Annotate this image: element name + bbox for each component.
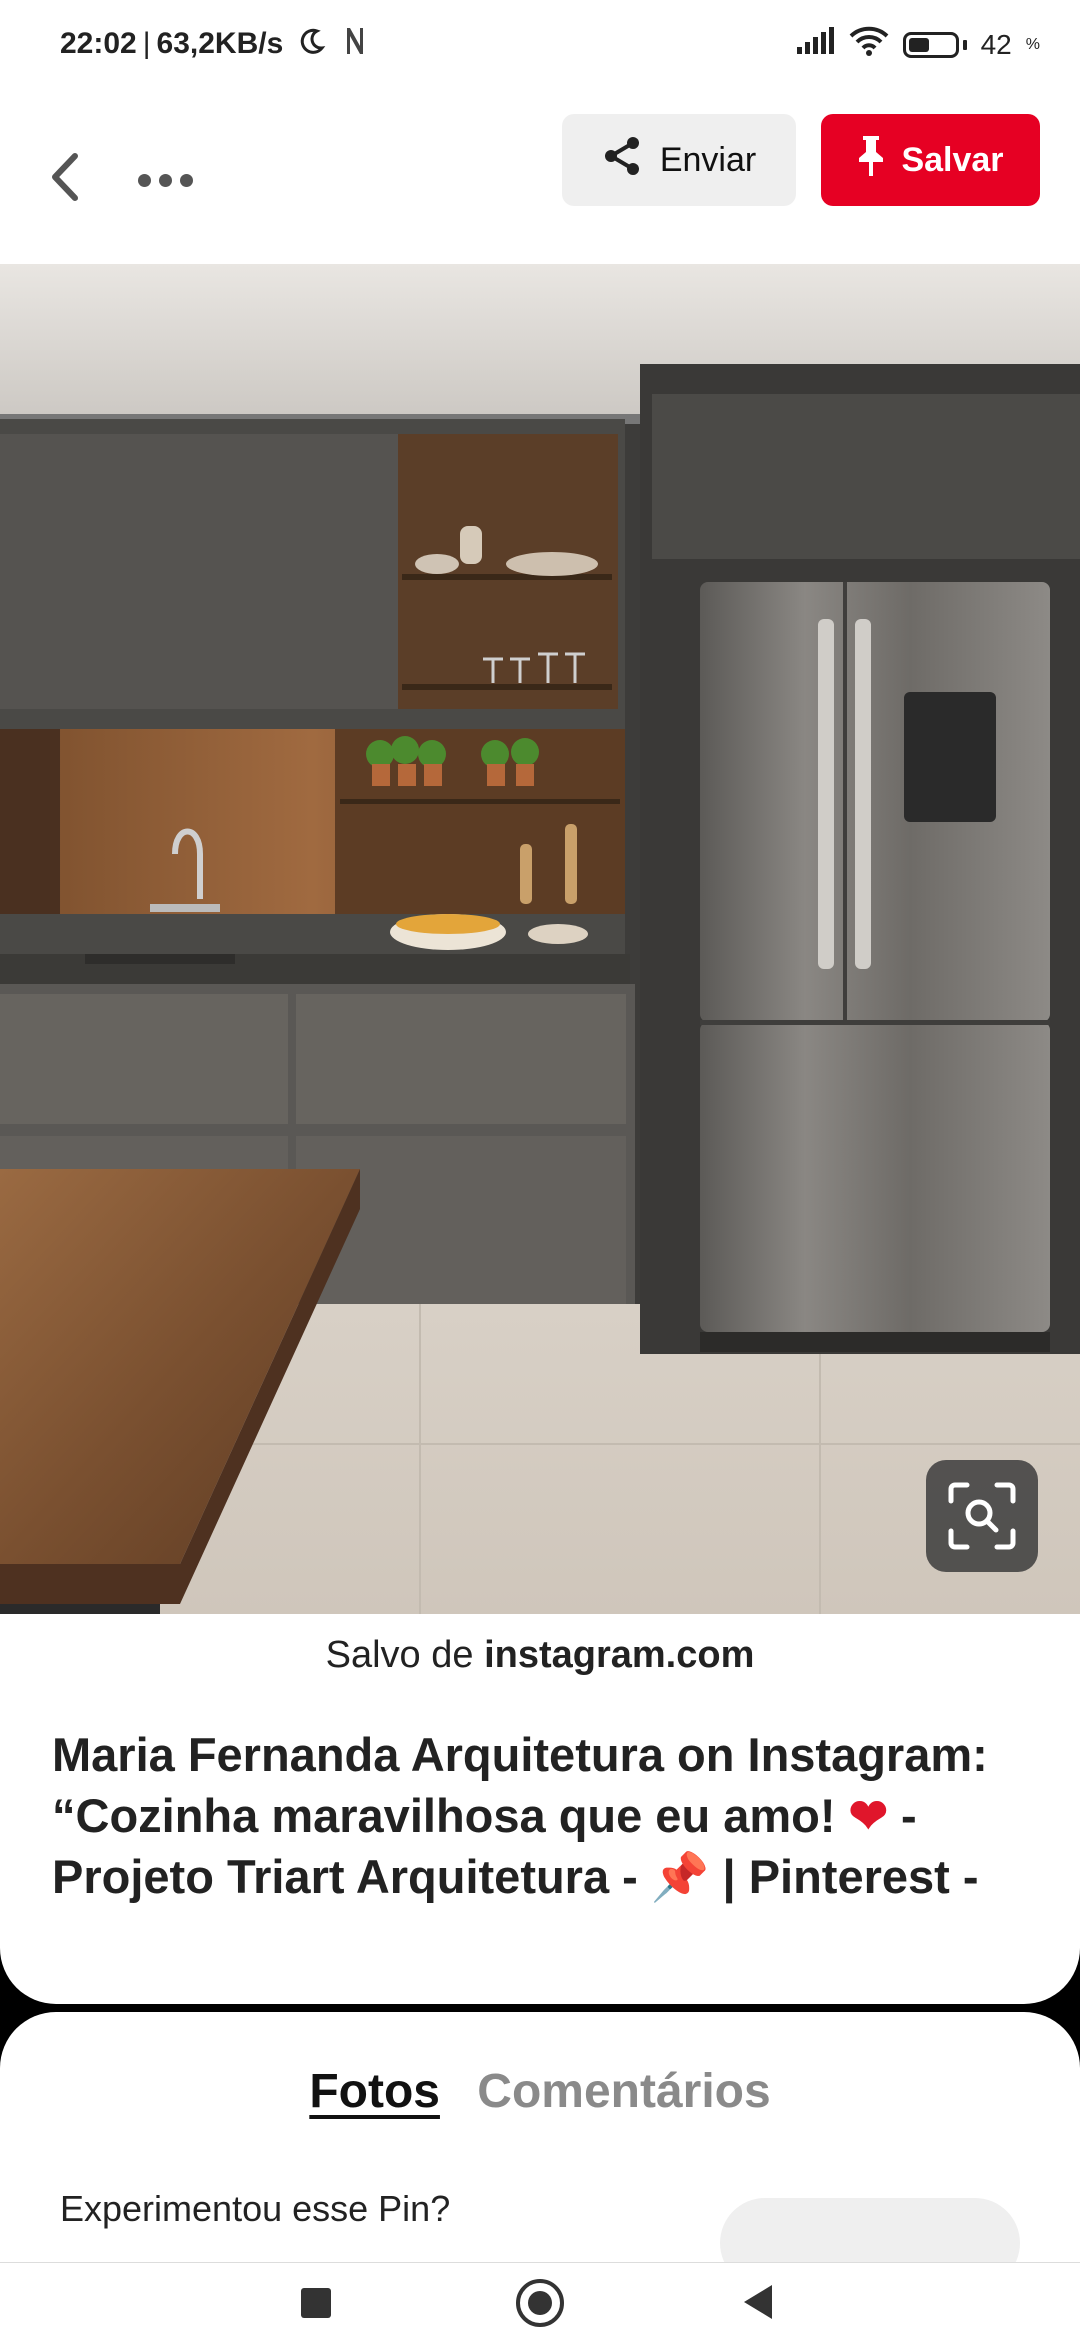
tab-photos[interactable]: Fotos	[309, 2065, 440, 2118]
visual-search-button[interactable]	[926, 1460, 1038, 1572]
pin-title-line3-end: | Pinterest -	[722, 1850, 979, 1903]
pin-title-dash: -	[901, 1789, 917, 1842]
moon-icon	[298, 27, 326, 63]
pushpin-emoji: 📌	[650, 1850, 710, 1903]
wifi-icon	[849, 26, 889, 63]
pin-image[interactable]	[0, 264, 1080, 1614]
more-dot	[179, 173, 193, 187]
status-icons: 42%	[795, 26, 1040, 63]
source-prefix: Salvo de	[325, 1634, 474, 1676]
heart-emoji: ❤	[848, 1789, 888, 1842]
tried-pin-prompt: Experimentou esse Pin?	[60, 2188, 451, 2229]
save-button-label: Salvar	[901, 140, 1004, 179]
source-link[interactable]: instagram.com	[484, 1634, 754, 1676]
battery-percent-sign: %	[1025, 35, 1040, 53]
pin-title-line3-text: Projeto Triart Arquitetura -	[52, 1850, 638, 1903]
battery-percent: 42	[980, 28, 1012, 60]
status-time: 22:02	[60, 26, 137, 60]
system-nav-bar	[0, 2262, 1080, 2341]
tab-bar: Fotos Comentários	[0, 2064, 1080, 2119]
pin-title-line3: Projeto Triart Arquitetura - 📌 | Pintere…	[52, 1846, 1032, 1907]
pin-title-line2: “Cozinha maravilhosa que eu amo! ❤ -	[52, 1785, 1032, 1846]
more-horizontal-icon	[137, 173, 151, 187]
pin-card: Salvo de instagram.com Maria Fernanda Ar…	[0, 264, 1080, 2004]
status-left: 22:02 | 63,2KB/s	[60, 26, 366, 64]
pin-header: Enviar Salvar	[0, 96, 1080, 264]
visual-search-icon	[947, 1481, 1017, 1551]
pin-source: Salvo de instagram.com	[0, 1634, 1080, 1677]
battery-nub	[962, 39, 967, 50]
send-button[interactable]: Enviar	[562, 114, 796, 206]
pin-title-line2-text: “Cozinha maravilhosa que eu amo!	[52, 1789, 836, 1842]
status-bar: 22:02 | 63,2KB/s 42%	[0, 0, 1080, 96]
chevron-left-icon	[47, 152, 83, 207]
tab-comments[interactable]: Comentários	[477, 2065, 770, 2118]
back-button[interactable]	[30, 134, 100, 224]
more-options-button[interactable]	[125, 150, 205, 210]
recents-button[interactable]	[301, 2288, 331, 2318]
more-dot	[158, 173, 172, 187]
status-separator: |	[142, 26, 151, 60]
network-speed: 63,2KB/s	[156, 26, 284, 60]
save-button[interactable]: Salvar	[821, 114, 1040, 206]
send-button-label: Enviar	[659, 140, 757, 179]
battery-icon	[902, 31, 959, 58]
n-notification-icon	[344, 26, 366, 64]
pin-title: Maria Fernanda Arquitetura on Instagram:…	[52, 1724, 1032, 1907]
home-button[interactable]	[516, 2279, 564, 2327]
pushpin-icon	[857, 134, 885, 187]
share-icon	[602, 135, 642, 186]
system-back-button[interactable]	[744, 2285, 772, 2319]
signal-icon	[795, 27, 835, 62]
pin-title-line1: Maria Fernanda Arquitetura on Instagram:	[52, 1728, 988, 1781]
